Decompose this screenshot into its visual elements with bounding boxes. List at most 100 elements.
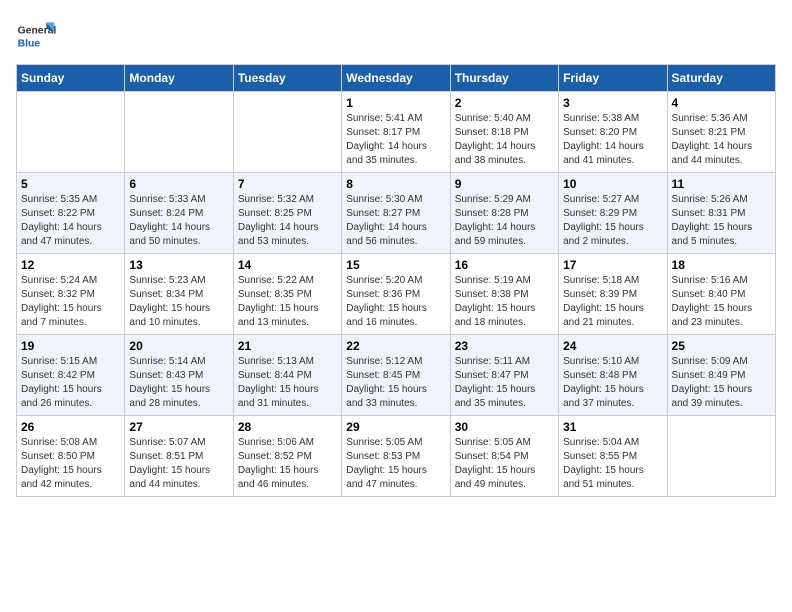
svg-text:Blue: Blue	[18, 38, 41, 49]
day-number: 26	[21, 420, 120, 434]
day-info: Sunrise: 5:05 AM Sunset: 8:53 PM Dayligh…	[346, 436, 445, 492]
calendar-day-cell	[667, 416, 775, 497]
day-number: 23	[455, 339, 554, 353]
calendar-day-cell: 25 Sunrise: 5:09 AM Sunset: 8:49 PM Dayli…	[667, 335, 775, 416]
calendar-day-cell: 18Sunrise: 5:16 AM Sunset: 8:40 PM Dayli…	[667, 254, 775, 335]
calendar-day-cell: 29 Sunrise: 5:05 AM Sunset: 8:53 PM Dayli…	[342, 416, 450, 497]
calendar-day-cell: 9 Sunrise: 5:29 AM Sunset: 8:28 PM Daylig…	[450, 173, 558, 254]
day-number: 11	[672, 177, 771, 191]
day-number: 27	[129, 420, 228, 434]
day-info: Sunrise: 5:08 AM Sunset: 8:50 PM Dayligh…	[21, 436, 120, 492]
day-number: 24	[563, 339, 662, 353]
calendar-day-cell: 16 Sunrise: 5:19 AM Sunset: 8:38 PM Dayli…	[450, 254, 558, 335]
day-info: Sunrise: 5:15 AM Sunset: 8:42 PM Dayligh…	[21, 355, 120, 411]
calendar-day-cell: 11 Sunrise: 5:26 AM Sunset: 8:31 PM Dayli…	[667, 173, 775, 254]
page-header: General Blue	[16, 16, 776, 56]
day-number: 2	[455, 96, 554, 110]
calendar-day-cell: 8 Sunrise: 5:30 AM Sunset: 8:27 PM Daylig…	[342, 173, 450, 254]
day-number: 31	[563, 420, 662, 434]
calendar-day-cell: 20Sunrise: 5:14 AM Sunset: 8:43 PM Dayli…	[125, 335, 233, 416]
calendar-day-cell: 4 Sunrise: 5:36 AM Sunset: 8:21 PM Daylig…	[667, 92, 775, 173]
day-of-week-header: Friday	[559, 65, 667, 92]
day-info: Sunrise: 5:07 AM Sunset: 8:51 PM Dayligh…	[129, 436, 228, 492]
day-number: 4	[672, 96, 771, 110]
calendar-day-cell	[125, 92, 233, 173]
calendar-day-cell: 13Sunrise: 5:23 AM Sunset: 8:34 PM Dayli…	[125, 254, 233, 335]
day-info: Sunrise: 5:13 AM Sunset: 8:44 PM Dayligh…	[238, 355, 337, 411]
day-info: Sunrise: 5:22 AM Sunset: 8:35 PM Dayligh…	[238, 274, 337, 330]
calendar-day-cell: 10 Sunrise: 5:27 AM Sunset: 8:29 PM Dayli…	[559, 173, 667, 254]
day-info: Sunrise: 5:14 AM Sunset: 8:43 PM Dayligh…	[129, 355, 228, 411]
day-number: 6	[129, 177, 228, 191]
calendar-week-row: 12Sunrise: 5:24 AM Sunset: 8:32 PM Dayli…	[17, 254, 776, 335]
day-of-week-header: Wednesday	[342, 65, 450, 92]
calendar-day-cell: 30 Sunrise: 5:05 AM Sunset: 8:54 PM Dayli…	[450, 416, 558, 497]
day-info: Sunrise: 5:40 AM Sunset: 8:18 PM Dayligh…	[455, 112, 554, 168]
day-number: 9	[455, 177, 554, 191]
day-info: Sunrise: 5:32 AM Sunset: 8:25 PM Dayligh…	[238, 193, 337, 249]
day-number: 30	[455, 420, 554, 434]
day-number: 8	[346, 177, 445, 191]
calendar-day-cell: 15 Sunrise: 5:20 AM Sunset: 8:36 PM Dayli…	[342, 254, 450, 335]
day-number: 28	[238, 420, 337, 434]
day-of-week-header: Saturday	[667, 65, 775, 92]
day-number: 25	[672, 339, 771, 353]
day-info: Sunrise: 5:33 AM Sunset: 8:24 PM Dayligh…	[129, 193, 228, 249]
day-of-week-header: Monday	[125, 65, 233, 92]
day-info: Sunrise: 5:09 AM Sunset: 8:49 PM Dayligh…	[672, 355, 771, 411]
day-info: Sunrise: 5:41 AM Sunset: 8:17 PM Dayligh…	[346, 112, 445, 168]
day-info: Sunrise: 5:18 AM Sunset: 8:39 PM Dayligh…	[563, 274, 662, 330]
calendar-week-row: 5 Sunrise: 5:35 AM Sunset: 8:22 PM Daylig…	[17, 173, 776, 254]
day-info: Sunrise: 5:26 AM Sunset: 8:31 PM Dayligh…	[672, 193, 771, 249]
day-of-week-header: Sunday	[17, 65, 125, 92]
calendar-week-row: 19 Sunrise: 5:15 AM Sunset: 8:42 PM Dayli…	[17, 335, 776, 416]
day-number: 19	[21, 339, 120, 353]
calendar-day-cell: 7 Sunrise: 5:32 AM Sunset: 8:25 PM Daylig…	[233, 173, 341, 254]
day-info: Sunrise: 5:06 AM Sunset: 8:52 PM Dayligh…	[238, 436, 337, 492]
day-number: 15	[346, 258, 445, 272]
day-info: Sunrise: 5:05 AM Sunset: 8:54 PM Dayligh…	[455, 436, 554, 492]
day-info: Sunrise: 5:29 AM Sunset: 8:28 PM Dayligh…	[455, 193, 554, 249]
day-info: Sunrise: 5:36 AM Sunset: 8:21 PM Dayligh…	[672, 112, 771, 168]
day-number: 14	[238, 258, 337, 272]
day-info: Sunrise: 5:12 AM Sunset: 8:45 PM Dayligh…	[346, 355, 445, 411]
day-info: Sunrise: 5:16 AM Sunset: 8:40 PM Dayligh…	[672, 274, 771, 330]
day-info: Sunrise: 5:35 AM Sunset: 8:22 PM Dayligh…	[21, 193, 120, 249]
day-number: 10	[563, 177, 662, 191]
calendar-day-cell: 5 Sunrise: 5:35 AM Sunset: 8:22 PM Daylig…	[17, 173, 125, 254]
day-number: 21	[238, 339, 337, 353]
calendar-header-row: SundayMondayTuesdayWednesdayThursdayFrid…	[17, 65, 776, 92]
calendar-day-cell: 28 Sunrise: 5:06 AM Sunset: 8:52 PM Dayli…	[233, 416, 341, 497]
calendar-day-cell: 12Sunrise: 5:24 AM Sunset: 8:32 PM Dayli…	[17, 254, 125, 335]
day-number: 1	[346, 96, 445, 110]
day-info: Sunrise: 5:10 AM Sunset: 8:48 PM Dayligh…	[563, 355, 662, 411]
calendar-day-cell: 22 Sunrise: 5:12 AM Sunset: 8:45 PM Dayli…	[342, 335, 450, 416]
day-number: 22	[346, 339, 445, 353]
day-number: 7	[238, 177, 337, 191]
calendar-day-cell: 19 Sunrise: 5:15 AM Sunset: 8:42 PM Dayli…	[17, 335, 125, 416]
calendar-table: SundayMondayTuesdayWednesdayThursdayFrid…	[16, 64, 776, 497]
day-number: 16	[455, 258, 554, 272]
calendar-day-cell	[233, 92, 341, 173]
day-number: 5	[21, 177, 120, 191]
day-number: 12	[21, 258, 120, 272]
calendar-day-cell: 31Sunrise: 5:04 AM Sunset: 8:55 PM Dayli…	[559, 416, 667, 497]
calendar-day-cell: 21 Sunrise: 5:13 AM Sunset: 8:44 PM Dayli…	[233, 335, 341, 416]
day-number: 29	[346, 420, 445, 434]
day-of-week-header: Thursday	[450, 65, 558, 92]
day-info: Sunrise: 5:38 AM Sunset: 8:20 PM Dayligh…	[563, 112, 662, 168]
calendar-week-row: 26 Sunrise: 5:08 AM Sunset: 8:50 PM Dayli…	[17, 416, 776, 497]
calendar-day-cell: 1 Sunrise: 5:41 AM Sunset: 8:17 PM Daylig…	[342, 92, 450, 173]
day-info: Sunrise: 5:30 AM Sunset: 8:27 PM Dayligh…	[346, 193, 445, 249]
day-info: Sunrise: 5:11 AM Sunset: 8:47 PM Dayligh…	[455, 355, 554, 411]
calendar-day-cell: 14 Sunrise: 5:22 AM Sunset: 8:35 PM Dayli…	[233, 254, 341, 335]
day-info: Sunrise: 5:19 AM Sunset: 8:38 PM Dayligh…	[455, 274, 554, 330]
calendar-day-cell: 26 Sunrise: 5:08 AM Sunset: 8:50 PM Dayli…	[17, 416, 125, 497]
day-info: Sunrise: 5:27 AM Sunset: 8:29 PM Dayligh…	[563, 193, 662, 249]
calendar-day-cell	[17, 92, 125, 173]
calendar-day-cell: 24 Sunrise: 5:10 AM Sunset: 8:48 PM Dayli…	[559, 335, 667, 416]
logo: General Blue	[16, 16, 60, 56]
calendar-week-row: 1 Sunrise: 5:41 AM Sunset: 8:17 PM Daylig…	[17, 92, 776, 173]
day-number: 3	[563, 96, 662, 110]
day-info: Sunrise: 5:20 AM Sunset: 8:36 PM Dayligh…	[346, 274, 445, 330]
